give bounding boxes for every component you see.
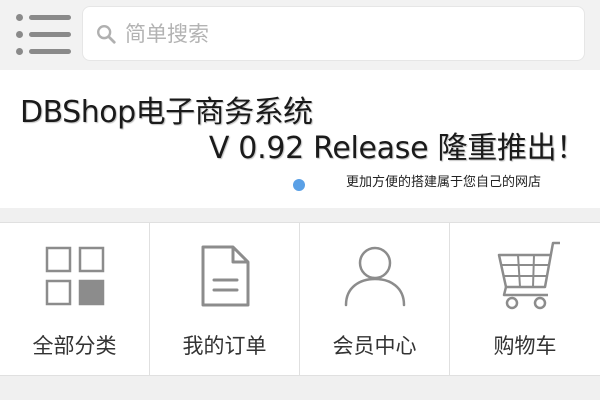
nav-label: 会员中心 <box>332 334 417 358</box>
nav-item-orders[interactable]: 我的订单 <box>150 223 300 375</box>
nav-item-categories[interactable]: 全部分类 <box>0 223 150 375</box>
category-grid-icon <box>45 246 104 306</box>
menu-list-icon[interactable] <box>16 12 72 56</box>
search-box[interactable] <box>82 6 585 61</box>
search-input[interactable] <box>125 21 565 46</box>
order-document-icon <box>201 245 249 307</box>
user-profile-icon <box>344 246 405 307</box>
nav-item-cart[interactable]: 购物车 <box>450 223 600 375</box>
nav-label: 全部分类 <box>32 334 117 358</box>
top-bar <box>0 0 600 70</box>
menu-row <box>16 47 72 55</box>
nav-label: 购物车 <box>493 334 557 358</box>
quick-nav: 全部分类 我的订单 会员中心 购物车 <box>0 222 600 376</box>
banner-subtitle: 更加方便的搭建属于您自己的网店 <box>346 175 542 190</box>
menu-row <box>16 30 72 38</box>
nav-item-member-center[interactable]: 会员中心 <box>300 223 450 375</box>
carousel-indicator[interactable] <box>293 179 305 191</box>
page-background-strip <box>0 376 600 400</box>
banner-version: V 0.92 Release 隆重推出！ <box>208 131 586 166</box>
search-icon <box>97 24 116 44</box>
nav-label: 我的订单 <box>182 334 267 358</box>
shopping-cart-icon <box>497 241 560 310</box>
menu-row <box>16 13 72 21</box>
promo-banner[interactable]: DBShop电子商务系统 V 0.92 Release 隆重推出！ 更加方便的搭… <box>0 70 600 208</box>
